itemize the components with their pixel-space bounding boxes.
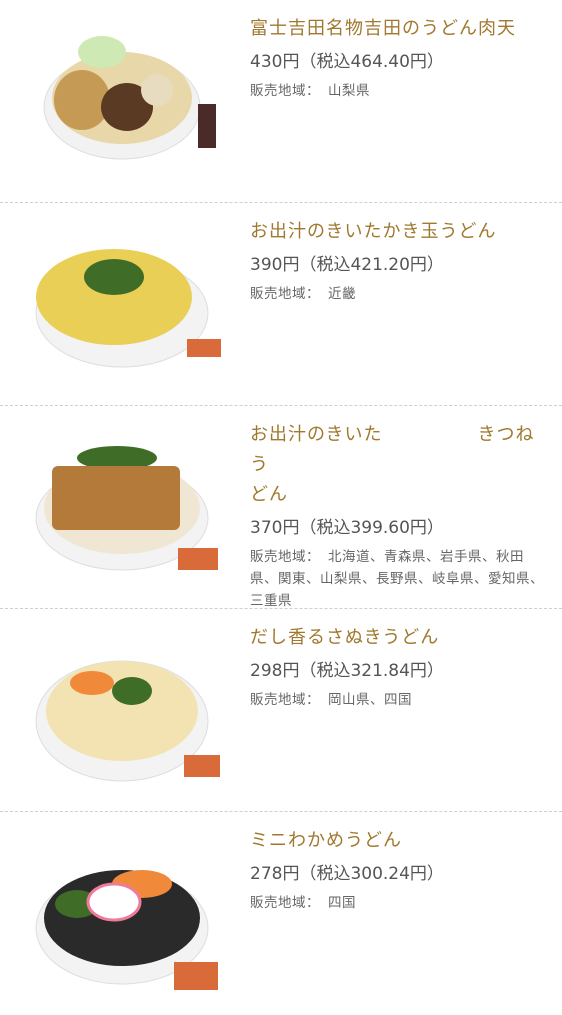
udon-bowl-wakame-image[interactable] [22,824,222,994]
sales-region: 販売地域： 山梨県 [250,80,550,102]
product-price: 278円（税込300.24円） [250,864,444,884]
product-info: ミニわかめうどん 278円（税込300.24円） 販売地域： 四国 [250,826,550,914]
product-name-part: お出汁のきいた [250,424,383,445]
region-value: 近畿 [328,286,356,302]
udon-bowl-kakitama-image[interactable] [22,215,222,385]
region-value: 四国 [328,895,356,911]
product-name[interactable]: お出汁のきいた きつねう どん [250,420,550,510]
region-label: 販売地域： [250,83,320,99]
udon-bowl-nikuten-image[interactable] [22,12,222,182]
product-name[interactable]: 富士吉田名物吉田のうどん肉天 [250,14,550,44]
product-info: 富士吉田名物吉田のうどん肉天 430円（税込464.40円） 販売地域： 山梨県 [250,14,550,102]
product-price: 390円（税込421.20円） [250,255,444,275]
udon-bowl-kitsune-image[interactable] [22,418,222,588]
region-label: 販売地域： [250,286,320,302]
product-item[interactable]: ミニわかめうどん 278円（税込300.24円） 販売地域： 四国 [0,812,562,1015]
product-item[interactable]: だし香るさぬきうどん 298円（税込321.84円） 販売地域： 岡山県、四国 [0,609,562,812]
product-name[interactable]: ミニわかめうどん [250,826,550,856]
region-label: 販売地域： [250,549,320,565]
sales-region: 販売地域： 四国 [250,892,550,914]
region-label: 販売地域： [250,895,320,911]
product-info: お出汁のきいたかき玉うどん 390円（税込421.20円） 販売地域： 近畿 [250,217,550,305]
product-name[interactable]: だし香るさぬきうどん [250,623,550,653]
product-info: だし香るさぬきうどん 298円（税込321.84円） 販売地域： 岡山県、四国 [250,623,550,711]
product-name[interactable]: お出汁のきいたかき玉うどん [250,217,550,247]
product-info: お出汁のきいた きつねう どん 370円（税込399.60円） 販売地域： 北海道、… [250,420,550,612]
product-price: 370円（税込399.60円） [250,518,444,538]
sales-region: 販売地域： 北海道、青森県、岩手県、秋田県、関東、山梨県、長野県、岐阜県、愛知県、… [250,546,550,612]
sales-region: 販売地域： 近畿 [250,283,550,305]
product-item[interactable]: お出汁のきいたかき玉うどん 390円（税込421.20円） 販売地域： 近畿 [0,203,562,406]
product-item[interactable]: お出汁のきいた きつねう どん 370円（税込399.60円） 販売地域： 北海道、… [0,406,562,609]
region-label: 販売地域： [250,692,320,708]
region-value: 山梨県 [328,83,370,99]
product-item[interactable]: 富士吉田名物吉田のうどん肉天 430円（税込464.40円） 販売地域： 山梨県 [0,0,562,203]
region-value: 岡山県、四国 [328,692,412,708]
product-name-part: どん [250,484,288,505]
sales-region: 販売地域： 岡山県、四国 [250,689,550,711]
udon-bowl-sanuki-image[interactable] [22,621,222,791]
product-price: 430円（税込464.40円） [250,52,444,72]
product-price: 298円（税込321.84円） [250,661,444,681]
product-list: 富士吉田名物吉田のうどん肉天 430円（税込464.40円） 販売地域： 山梨県 … [0,0,562,1015]
